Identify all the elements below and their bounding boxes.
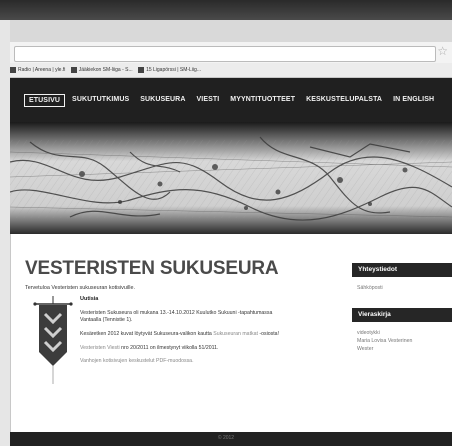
family-banner-image bbox=[33, 296, 73, 386]
news-item-3: Vesteristen Viesti nro 20/2011 on ilmest… bbox=[80, 345, 330, 352]
news-item-2-suffix: -osiosta! bbox=[259, 331, 279, 337]
guestbook-item[interactable]: videotykki bbox=[357, 329, 412, 337]
news-item-1-line1: Vesteristen Sukuseura oli mukana 13.-14.… bbox=[80, 310, 273, 316]
nav-sukututkimus[interactable]: SUKUTUTKIMUS bbox=[68, 94, 133, 107]
nav-myyntituotteet[interactable]: MYYNTITUOTTEET bbox=[226, 94, 299, 107]
welcome-text: Tervetuloa Vesteristen sukuseuran kotisi… bbox=[25, 285, 135, 291]
news-item-4: Vanhojen kotisivujen keskustelut PDF-muo… bbox=[80, 358, 330, 365]
news-item-1: Vesteristen Sukuseura oli mukana 13.-14.… bbox=[80, 310, 330, 324]
guestbook-item[interactable]: Maria Lovisa Vesterinen bbox=[357, 337, 412, 345]
email-link[interactable]: Sähköposti bbox=[357, 284, 383, 292]
nav-sukuseura[interactable]: SUKUSEURA bbox=[136, 94, 189, 107]
matkat-link[interactable]: Sukuseuran matkat bbox=[213, 331, 258, 337]
nav-viesti[interactable]: VIESTI bbox=[193, 94, 224, 107]
nav-keskustelupalsta[interactable]: KESKUSTELUPALSTA bbox=[302, 94, 386, 107]
bookmark-ligaporssi[interactable]: 15 Ligapörssi | SM-Liig... bbox=[138, 63, 201, 77]
guestbook-list: videotykki Maria Lovisa Vesterinen Weste… bbox=[357, 329, 412, 353]
bookmarks-bar: Radio | Areena | yle.fi Jääkiekon SM-lii… bbox=[10, 63, 452, 78]
browser-title-bar bbox=[0, 0, 452, 20]
footer-copyright: © 2012 bbox=[217, 435, 235, 441]
header-map-image bbox=[10, 122, 452, 234]
bookmark-jaakiekko[interactable]: Jääkiekon SM-liiga - S... bbox=[70, 63, 133, 77]
main-nav: ETUSIVU SUKUTUTKIMUS SUKUSEURA VIESTI MY… bbox=[24, 94, 441, 107]
news-heading: Uutisia bbox=[80, 296, 99, 302]
bookmark-radio[interactable]: Radio | Areena | yle.fi bbox=[10, 63, 65, 77]
page-title: VESTERISTEN SUKUSEURA bbox=[25, 258, 279, 279]
star-icon[interactable]: ☆ bbox=[437, 44, 448, 58]
news-item-2: Kesäretken 2012 kuvat löytyvät Sukuseura… bbox=[80, 331, 330, 338]
news-item-2-text: Kesäretken 2012 kuvat löytyvät Sukuseura… bbox=[80, 331, 214, 337]
guestbook-item[interactable]: Wester bbox=[357, 345, 412, 353]
bookmark-icon bbox=[138, 66, 145, 73]
pdf-archive-link[interactable]: Vanhojen kotisivujen keskustelut PDF-muo… bbox=[80, 358, 194, 364]
news-item-1-line2: Vantaalla (Tennistie 1). bbox=[80, 317, 133, 323]
contact-heading: Yhteystiedot bbox=[352, 263, 452, 277]
address-bar[interactable] bbox=[14, 46, 436, 62]
nav-etusivu[interactable]: ETUSIVU bbox=[24, 94, 66, 107]
viesti-link[interactable]: Vesteristen Viesti bbox=[80, 345, 120, 351]
bookmark-icon bbox=[70, 66, 77, 73]
news-item-3-text: nro 20/2011 on ilmestynyt viikolla 51/20… bbox=[119, 345, 219, 351]
browser-tab-strip bbox=[10, 20, 452, 43]
bookmark-icon bbox=[10, 66, 16, 73]
guestbook-heading: Vieraskirja bbox=[352, 308, 452, 322]
nav-in-english[interactable]: IN ENGLISH bbox=[389, 94, 438, 107]
